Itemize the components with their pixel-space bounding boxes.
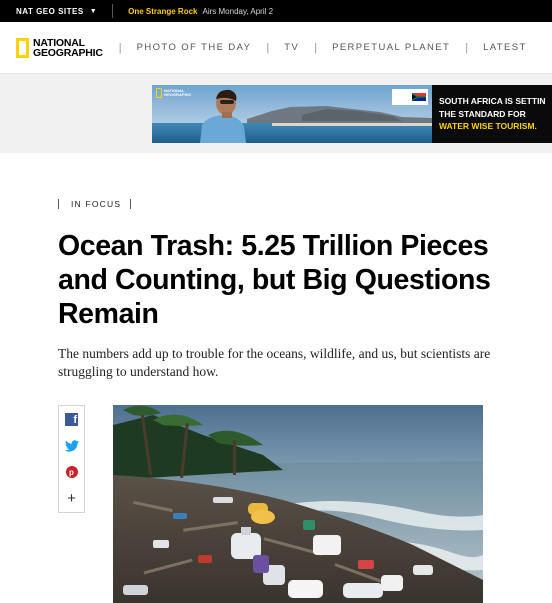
- ad-national-geographic-badge: NATIONAL GEOGRAPHIC: [156, 88, 191, 98]
- article-dek: The numbers add up to trouble for the oc…: [58, 346, 491, 379]
- ad-copy-line-1: SOUTH AFRICA IS SETTIN: [439, 96, 546, 106]
- share-rail: f p +: [58, 405, 85, 513]
- caret-down-icon: ▼: [89, 7, 98, 15]
- topbar-divider: [112, 4, 114, 18]
- national-geographic-logo[interactable]: NATIONAL GEOGRAPHIC: [16, 36, 103, 59]
- nat-geo-sites-label: NAT GEO SITES: [16, 6, 84, 16]
- yellow-border-icon: [16, 37, 29, 58]
- ad-copy: SOUTH AFRICA IS SETTIN THE STANDARD FOR …: [432, 85, 552, 143]
- nav-link-tv[interactable]: TV: [284, 42, 299, 53]
- ad-copy-line-3: WATER WISE TOURISM.: [439, 121, 537, 131]
- nav-link-perpetual-planet[interactable]: PERPETUAL PLANET: [332, 42, 450, 53]
- nav-separator: |: [266, 41, 270, 54]
- section-kicker: IN FOCUS: [58, 199, 132, 209]
- ad-landscape-image: [152, 85, 432, 143]
- nav-link-latest[interactable]: LATEST: [483, 42, 527, 53]
- share-twitter-button[interactable]: [59, 433, 84, 460]
- share-pinterest-button[interactable]: p: [59, 459, 84, 486]
- facebook-icon: f: [65, 412, 78, 426]
- nav-separator: |: [314, 41, 318, 54]
- logo-wordmark: NATIONAL GEOGRAPHIC: [33, 36, 103, 59]
- yellow-border-icon: [156, 88, 162, 98]
- beach-trash-photo: [113, 405, 483, 603]
- twitter-icon: [64, 439, 79, 452]
- kicker-bar: [130, 199, 132, 209]
- promo-show-link[interactable]: One Strange Rock: [128, 7, 197, 16]
- plus-icon: +: [67, 490, 76, 508]
- top-bar: NAT GEO SITES ▼ One Strange Rock Airs Mo…: [0, 0, 552, 22]
- share-more-button[interactable]: +: [59, 486, 84, 513]
- ad-photo: NATIONAL GEOGRAPHIC: [152, 85, 432, 143]
- share-facebook-button[interactable]: f: [59, 406, 84, 433]
- nat-geo-sites-menu[interactable]: NAT GEO SITES ▼: [16, 7, 97, 16]
- ad-copy-line-2: THE STANDARD FOR: [439, 108, 526, 119]
- main-nav: NATIONAL GEOGRAPHIC | PHOTO OF THE DAY |…: [0, 22, 552, 74]
- article-headline: Ocean Trash: 5.25 Trillion Pieces and Co…: [58, 230, 491, 330]
- pinterest-icon: p: [65, 466, 78, 479]
- nav-separator: |: [465, 41, 469, 54]
- south-africa-flag-logo: [392, 89, 428, 105]
- promo-airtime: Airs Monday, April 2: [202, 6, 274, 16]
- nav-link-photo-of-the-day[interactable]: PHOTO OF THE DAY: [137, 42, 252, 53]
- south-africa-flag-icon: [412, 93, 426, 101]
- advertisement-banner[interactable]: NATIONAL GEOGRAPHIC SOUTH AFRICA IS SETT…: [152, 85, 552, 143]
- kicker-label[interactable]: IN FOCUS: [71, 199, 121, 209]
- hero-image: [113, 405, 483, 603]
- ad-band: NATIONAL GEOGRAPHIC SOUTH AFRICA IS SETT…: [0, 74, 552, 153]
- kicker-bar: [58, 199, 59, 209]
- nav-separator: |: [118, 41, 122, 54]
